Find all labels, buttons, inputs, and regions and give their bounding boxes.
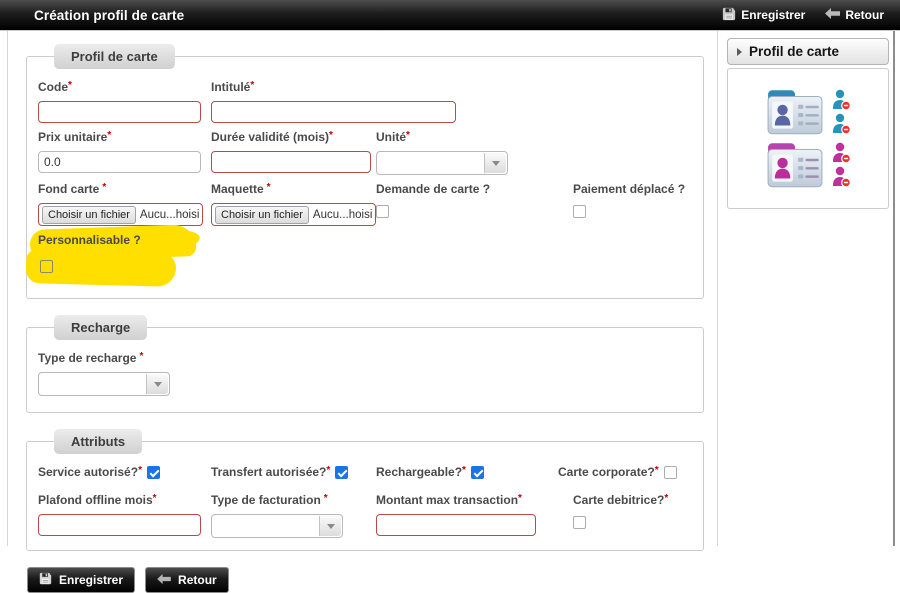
montant-max-transaction-input[interactable] [376,514,536,536]
type-de-facturation-label: Type de facturation* [211,493,376,507]
back-button[interactable]: Retour [825,8,884,22]
sidebar: Profil de carte [727,38,889,209]
file-name-text: Aucu...hoisi [313,209,372,221]
save-button-label: Enregistrer [741,8,805,22]
fieldset-profil-de-carte: Profil de carte Code* Intitulé* Prix uni… [26,44,704,299]
required-asterisk: * [664,493,668,504]
carte-corporate-checkbox[interactable] [664,466,677,479]
intitule-input[interactable] [211,101,456,123]
service-autorise-checkbox[interactable] [147,466,160,479]
transfert-autorisee-checkbox[interactable] [335,466,348,479]
demande-de-carte-label: Demande de carte ? [376,182,543,196]
arrow-left-icon [825,8,840,22]
fond-carte-file-input[interactable]: Choisir un fichier Aucu...hoisi [38,203,203,226]
type-de-recharge-label: Type de recharge* [38,351,693,365]
type-de-facturation-select[interactable] [211,514,343,538]
unite-label: Unité* [376,130,543,144]
personnalisable-label: Personnalisable ? [38,233,218,247]
contact-folder-pink-icon [766,141,851,189]
chevron-down-icon[interactable] [146,374,168,394]
contact-folder-blue-icon [766,88,851,136]
form-panel: Profil de carte Code* Intitulé* Prix uni… [7,31,718,546]
arrow-left-icon [157,573,171,587]
required-asterisk: * [138,465,142,476]
required-asterisk: * [326,465,330,476]
demande-de-carte-checkbox[interactable] [376,205,389,218]
back-button-label: Retour [845,8,884,22]
plafond-offline-mois-label: Plafond offline mois* [38,493,211,507]
unite-select[interactable] [376,151,508,175]
paiement-deplace-checkbox[interactable] [573,205,586,218]
required-asterisk: * [329,130,333,141]
save-button-label: Enregistrer [59,573,123,587]
carte-debitrice-label: Carte debitrice?* [573,493,693,507]
person-add-blue-icon [831,89,851,111]
rechargeable-label: Rechargeable?* [376,465,466,479]
footer-actions: Enregistrer Retour [27,567,717,593]
required-asterisk: * [153,493,157,504]
chevron-right-icon [737,48,742,56]
person-remove-pink-icon [831,166,851,188]
sidebar-header-profil-de-carte[interactable]: Profil de carte [727,38,889,65]
required-asterisk: * [139,351,143,362]
personnalisable-checkbox[interactable] [40,260,53,273]
sidebar-title: Profil de carte [749,44,839,59]
legend-recharge: Recharge [54,315,147,340]
rechargeable-checkbox[interactable] [471,466,484,479]
duree-validite-input[interactable] [211,151,371,173]
back-button[interactable]: Retour [145,567,229,593]
chevron-down-icon[interactable] [319,516,341,536]
plafond-offline-mois-input[interactable] [38,514,201,536]
required-asterisk: * [462,465,466,476]
required-asterisk: * [107,130,111,141]
prix-unitaire-label: Prix unitaire* [38,130,211,144]
floppy-disk-icon [39,572,52,588]
required-asterisk: * [406,130,410,141]
type-de-recharge-select[interactable] [38,372,170,396]
file-name-text: Aucu...hoisi [140,209,199,221]
montant-max-transaction-label: Montant max transaction* [376,493,543,507]
carte-debitrice-checkbox[interactable] [573,516,586,529]
required-asterisk: * [267,182,271,193]
required-asterisk: * [324,493,328,504]
page-title: Création profil de carte [0,8,722,23]
choose-file-button[interactable]: Choisir un fichier [42,206,136,224]
person-add-pink-icon [831,142,851,164]
save-button[interactable]: Enregistrer [722,7,805,24]
transfert-autorisee-label: Transfert autorisée?* [211,465,330,479]
fond-carte-label: Fond carte* [38,182,211,196]
intitule-label: Intitulé* [211,80,543,94]
sidebar-content [727,68,889,209]
maquette-label: Maquette* [211,182,376,196]
paiement-deplace-label: Paiement déplacé ? [573,182,693,196]
top-bar-actions: Enregistrer Retour [722,7,900,24]
personnalisable-field: Personnalisable ? [38,233,218,286]
top-bar: Création profil de carte Enregistrer Ret… [0,0,900,30]
code-label: Code* [38,80,211,94]
required-asterisk: * [68,80,72,91]
legend-profil-de-carte: Profil de carte [54,44,175,69]
maquette-file-input[interactable]: Choisir un fichier Aucu...hoisi [211,203,376,226]
legend-attributs: Attributs [54,429,142,454]
code-input[interactable] [38,101,201,123]
chevron-down-icon[interactable] [484,153,506,173]
carte-corporate-label: Carte corporate?* [558,465,659,479]
required-asterisk: * [102,182,106,193]
service-autorise-label: Service autorisé?* [38,465,142,479]
required-asterisk: * [518,493,522,504]
choose-file-button[interactable]: Choisir un fichier [215,206,309,224]
duree-validite-label: Durée validité (mois)* [211,130,376,144]
fieldset-recharge: Recharge Type de recharge* [26,315,704,413]
save-button[interactable]: Enregistrer [27,567,135,593]
fieldset-attributs: Attributs Service autorisé?* Transfert a… [26,429,704,551]
prix-unitaire-input[interactable] [38,151,201,173]
back-button-label: Retour [178,573,217,587]
required-asterisk: * [250,80,254,91]
person-remove-blue-icon [831,113,851,135]
floppy-disk-icon [722,7,736,24]
scrollbar-edge [893,31,895,546]
required-asterisk: * [655,465,659,476]
